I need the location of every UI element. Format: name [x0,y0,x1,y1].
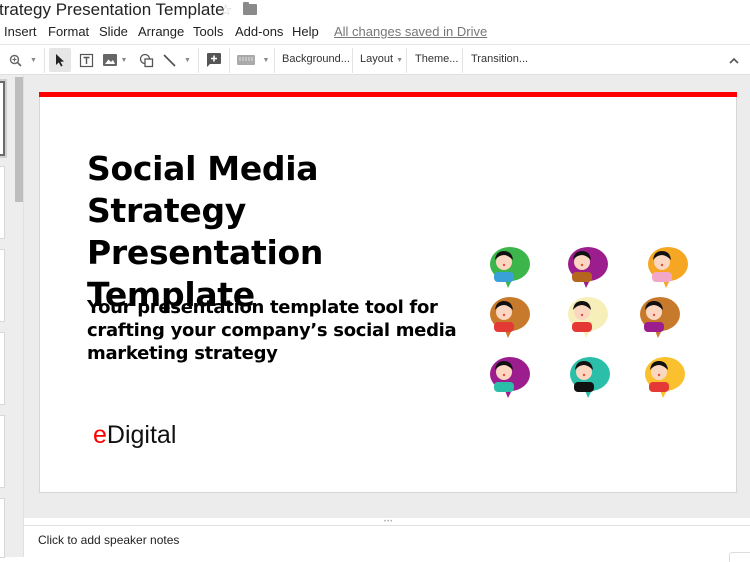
editor-workspace: Social Media Strategy Presentation Templ… [0,75,750,562]
menu-slide[interactable]: Slide [99,24,128,39]
slide-filmstrip [0,75,24,558]
insert-image-button[interactable]: ▼ [100,48,130,72]
slide-thumbnail[interactable] [0,332,5,405]
edigital-logo[interactable]: eDigital [93,421,176,450]
theme-button[interactable]: Theme... [415,53,458,65]
line-button[interactable]: ▼ [160,48,194,72]
add-comment-icon [207,53,221,67]
menu-insert[interactable]: Insert [4,24,37,39]
menu-help[interactable]: Help [292,24,319,39]
avatar-illustration [558,242,614,294]
image-icon [102,54,117,66]
avatar-illustration-grid[interactable] [480,242,710,422]
zoom-button[interactable]: ▼ [6,48,40,72]
avatar-illustration [480,292,536,344]
speaker-notes-area[interactable]: Click to add speaker notes [24,526,750,562]
slide-thumbnail[interactable] [0,166,5,239]
line-icon [163,53,176,67]
toolbar-divider [229,48,230,73]
text-box-button[interactable] [75,48,97,72]
chevron-down-icon: ▼ [396,57,404,64]
slide-title[interactable]: Social Media Strategy Presentation Templ… [87,148,487,316]
menu-tools[interactable]: Tools [193,24,223,39]
avatar-illustration [480,242,536,294]
select-tool-button[interactable] [49,48,71,72]
folder-icon[interactable] [243,2,257,15]
layout-button[interactable]: Layout ▼ [360,53,403,65]
avatar-illustration [560,352,616,404]
drag-grip-icon: ••• [384,519,394,525]
avatar-illustration [480,352,536,404]
add-comment-button[interactable] [203,48,225,72]
transition-button[interactable]: Transition... [471,53,528,65]
toolbar-divider [352,48,353,73]
logo-e: e [93,421,107,449]
slide-subtitle[interactable]: Your presentation template tool for craf… [87,296,487,365]
slide-canvas[interactable]: Social Media Strategy Presentation Templ… [39,92,737,493]
input-tools-button[interactable]: ▼ [234,48,272,72]
chevron-down-icon: ▼ [184,56,191,64]
logo-text: Digital [106,421,177,449]
toolbar: ▼ ▼ ▼ ▼ Background... Layout ▼ Theme... … [0,44,750,75]
avatar-illustration [630,292,686,344]
chevron-down-icon: ▼ [30,56,37,64]
chevron-down-icon: ▼ [262,56,270,64]
menu-bar: Insert Format Slide Arrange Tools Add-on… [0,22,750,42]
cursor-select-icon [56,53,64,66]
menu-format[interactable]: Format [48,24,89,39]
slide-thumbnail[interactable] [0,415,5,488]
title-bar: trategy Presentation Template ☆ [0,0,750,22]
speaker-notes-placeholder[interactable]: Click to add speaker notes [38,533,179,547]
accent-bar [39,92,737,97]
notes-resize-handle[interactable]: ••• [24,518,750,526]
background-button[interactable]: Background... [282,53,350,65]
document-title[interactable]: trategy Presentation Template [0,0,225,20]
avatar-illustration [638,242,694,294]
toolbar-divider [462,48,463,73]
notes-corner-button[interactable] [729,552,750,562]
chevron-up-icon [729,57,739,64]
toolbar-divider [274,48,275,73]
avatar-illustration [558,292,614,344]
save-status-link[interactable]: All changes saved in Drive [334,24,487,39]
toolbar-divider [44,48,45,73]
collapse-toolbar-button[interactable] [724,48,744,72]
text-box-icon [79,53,93,67]
menu-arrange[interactable]: Arrange [138,24,184,39]
menu-add-ons[interactable]: Add-ons [235,24,283,39]
chevron-down-icon: ▼ [120,56,128,64]
shape-icon [139,53,153,67]
slide-thumbnail[interactable] [0,81,5,156]
slide-thumbnail[interactable] [0,498,5,558]
toolbar-divider [198,48,199,73]
star-icon[interactable]: ☆ [219,1,232,19]
slide-thumbnail[interactable] [0,249,5,322]
shape-button[interactable] [135,48,157,72]
avatar-illustration [635,352,691,404]
filmstrip-scrollbar[interactable] [15,77,23,202]
toolbar-divider [406,48,407,73]
keyboard-icon [236,55,255,65]
zoom-in-icon [9,54,22,67]
layout-label: Layout [360,53,394,65]
